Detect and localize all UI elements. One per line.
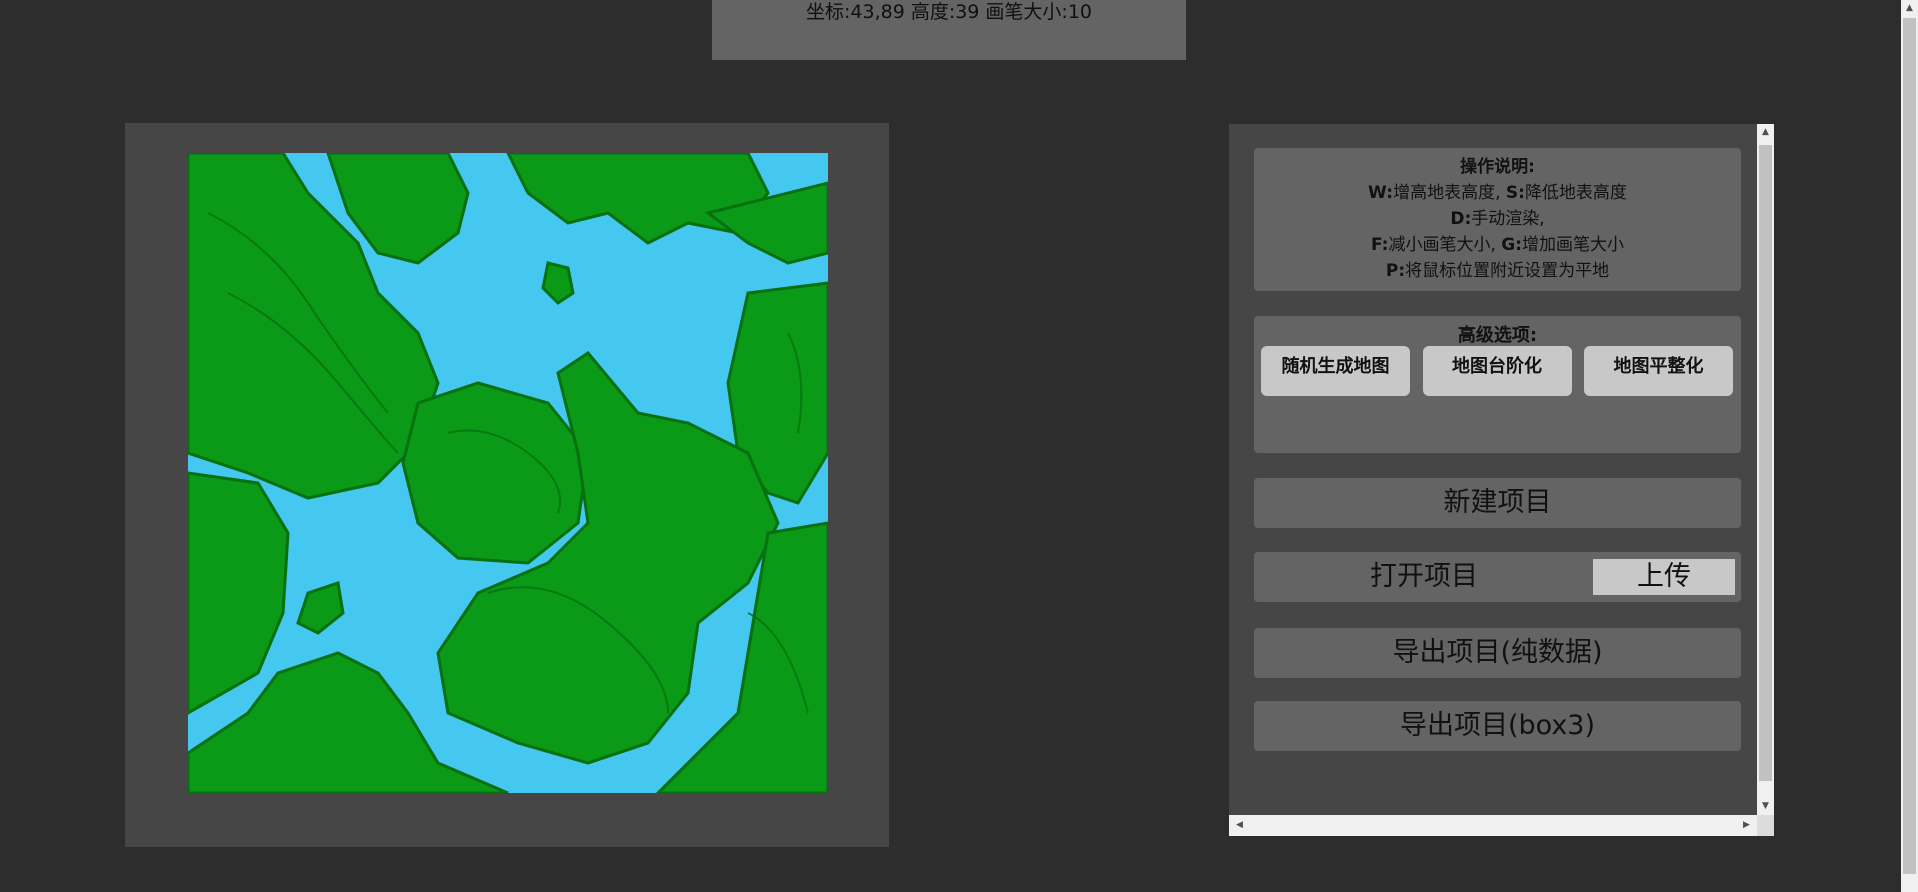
help-line-p: P:将鼠标位置附近设置为平地 [1254,258,1741,284]
advanced-options-section: 高级选项: 随机生成地图 地图台阶化 地图平整化 [1254,316,1741,453]
help-text-g: 增加画笔大小 [1522,235,1625,255]
terrain-map-canvas[interactable] [188,153,828,793]
help-text-f: 减小画笔大小, [1388,235,1502,255]
help-text-s: 降低地表高度 [1524,183,1627,203]
advanced-options-title: 高级选项: [1457,325,1538,346]
scrollbar-thumb[interactable] [1759,145,1772,781]
help-line-d: D:手动渲染, [1254,206,1741,232]
help-line-ws: W:增高地表高度, S:降低地表高度 [1254,180,1741,206]
status-bar: 坐标:43,89 高度:39 画笔大小:10 [712,0,1186,60]
map-frame [125,123,889,847]
upload-button[interactable]: 上传 [1593,559,1735,595]
help-key-d: D: [1450,209,1472,229]
vertical-scrollbar[interactable]: ▲ ▼ [1757,124,1774,815]
page-scrollbar-thumb[interactable] [1903,18,1916,874]
triangle-up-icon[interactable]: ▲ [1757,124,1774,141]
help-key-s: S: [1505,183,1525,203]
scrollbar-corner [1757,815,1774,836]
control-panel: 操作说明: W:增高地表高度, S:降低地表高度 D:手动渲染, F:减小画笔大… [1229,124,1774,836]
help-text-d: 手动渲染, [1471,209,1545,229]
advanced-buttons: 随机生成地图 地图台阶化 地图平整化 [1254,346,1741,396]
flatten-map-button[interactable]: 地图平整化 [1584,346,1733,396]
export-box3-button[interactable]: 导出项目(box3) [1254,701,1741,751]
triangle-down-icon[interactable]: ▼ [1757,798,1774,815]
terrace-map-button[interactable]: 地图台阶化 [1422,346,1572,396]
triangle-right-icon[interactable]: ▶ [1738,817,1755,834]
page-scroll-up-icon[interactable]: ▲ [1901,0,1918,17]
new-project-button[interactable]: 新建项目 [1254,478,1741,528]
page-scrollbar[interactable]: ▲ [1901,0,1918,892]
open-project-row: 打开项目 上传 [1254,552,1741,602]
triangle-left-icon[interactable]: ◀ [1231,817,1248,834]
help-key-p: P: [1385,261,1406,281]
open-project-button[interactable]: 打开项目 [1254,552,1594,602]
status-text: 坐标:43,89 高度:39 画笔大小:10 [805,1,1093,23]
help-key-w: W: [1368,183,1394,203]
help-key-g: G: [1501,235,1523,255]
help-key-f: F: [1370,235,1389,255]
help-text-p: 将鼠标位置附近设置为平地 [1405,261,1610,281]
export-raw-button[interactable]: 导出项目(纯数据) [1254,628,1741,678]
help-title: 操作说明: [1460,157,1535,177]
help-section: 操作说明: W:增高地表高度, S:降低地表高度 D:手动渲染, F:减小画笔大… [1254,148,1741,291]
help-line-fg: F:减小画笔大小, G:增加画笔大小 [1254,232,1741,258]
help-text-w: 增高地表高度, [1393,183,1506,203]
horizontal-scrollbar[interactable]: ◀ ▶ [1229,815,1757,836]
random-generate-map-button[interactable]: 随机生成地图 [1261,346,1410,396]
